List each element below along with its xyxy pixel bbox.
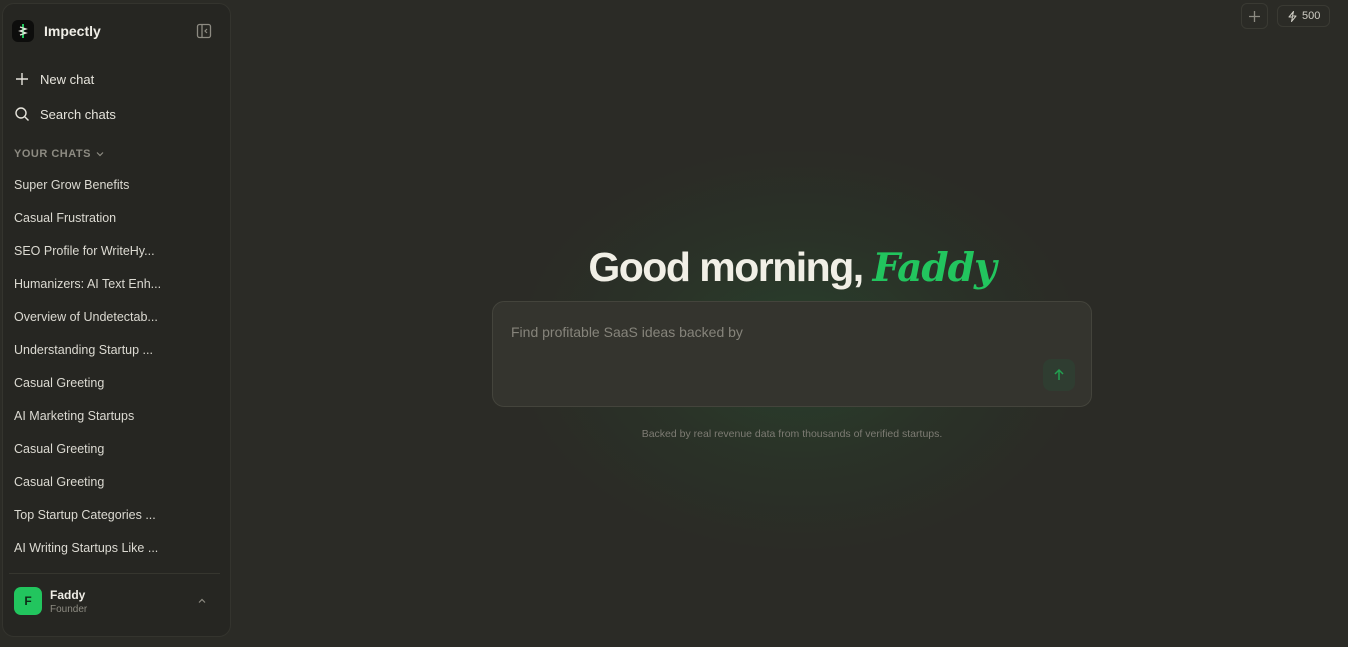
- chat-item[interactable]: AI Writing Startups Like ...: [14, 538, 164, 571]
- chat-item[interactable]: AI Marketing Startups: [14, 406, 164, 439]
- greeting: Good morning, Faddy: [492, 244, 1092, 291]
- new-chat-button[interactable]: New chat: [14, 71, 94, 87]
- chat-item[interactable]: Casual Greeting: [14, 439, 164, 472]
- prompt-composer: [492, 301, 1092, 407]
- search-chats-label: Search chats: [40, 106, 116, 122]
- chevron-down-icon: [96, 152, 104, 157]
- chat-list: Super Grow Benefits Casual Frustration S…: [14, 175, 214, 571]
- search-chats-button[interactable]: Search chats: [14, 106, 116, 122]
- arrow-up-icon: [1054, 368, 1064, 380]
- credits-badge[interactable]: 500: [1277, 5, 1331, 27]
- chat-item[interactable]: Casual Frustration: [14, 208, 164, 241]
- sidebar-divider: [9, 573, 220, 574]
- sidebar-collapse-icon[interactable]: [196, 23, 212, 39]
- greeting-name: Faddy: [872, 245, 997, 291]
- chat-item[interactable]: Understanding Startup ...: [14, 340, 164, 373]
- plus-icon: [1249, 10, 1260, 22]
- plus-icon: [16, 73, 28, 85]
- sidebar: Impectly New chat Search chats YOUR CHAT…: [2, 3, 231, 637]
- greeting-prefix: Good morning,: [588, 244, 864, 290]
- user-role: Founder: [50, 603, 88, 615]
- chat-item[interactable]: Super Grow Benefits: [14, 175, 164, 208]
- section-title: YOUR CHATS: [14, 148, 91, 160]
- credits-count: 500: [1302, 10, 1321, 22]
- search-icon: [15, 107, 29, 121]
- chat-item[interactable]: SEO Profile for WriteHy...: [14, 241, 164, 274]
- brand-name: Impectly: [44, 23, 101, 39]
- lightning-icon: [1288, 10, 1297, 22]
- chat-item[interactable]: Casual Greeting: [14, 472, 164, 505]
- new-chat-top-button[interactable]: [1241, 3, 1268, 29]
- chat-item[interactable]: Overview of Undetectab...: [14, 307, 164, 340]
- brand-logo-icon: [12, 20, 34, 42]
- brand[interactable]: Impectly: [12, 20, 101, 42]
- avatar: F: [14, 587, 42, 615]
- chat-item[interactable]: Top Startup Categories ...: [14, 505, 164, 538]
- caption: Backed by real revenue data from thousan…: [641, 428, 943, 440]
- chevron-up-icon: [198, 598, 206, 603]
- user-name: Faddy: [50, 587, 86, 602]
- user-menu[interactable]: F Faddy Founder: [14, 587, 214, 615]
- send-button[interactable]: [1043, 359, 1075, 391]
- chat-item[interactable]: Humanizers: AI Text Enh...: [14, 274, 164, 307]
- your-chats-toggle[interactable]: YOUR CHATS: [14, 148, 105, 160]
- chat-item[interactable]: Casual Greeting: [14, 373, 164, 406]
- prompt-input[interactable]: [509, 322, 1053, 366]
- new-chat-label: New chat: [40, 71, 95, 87]
